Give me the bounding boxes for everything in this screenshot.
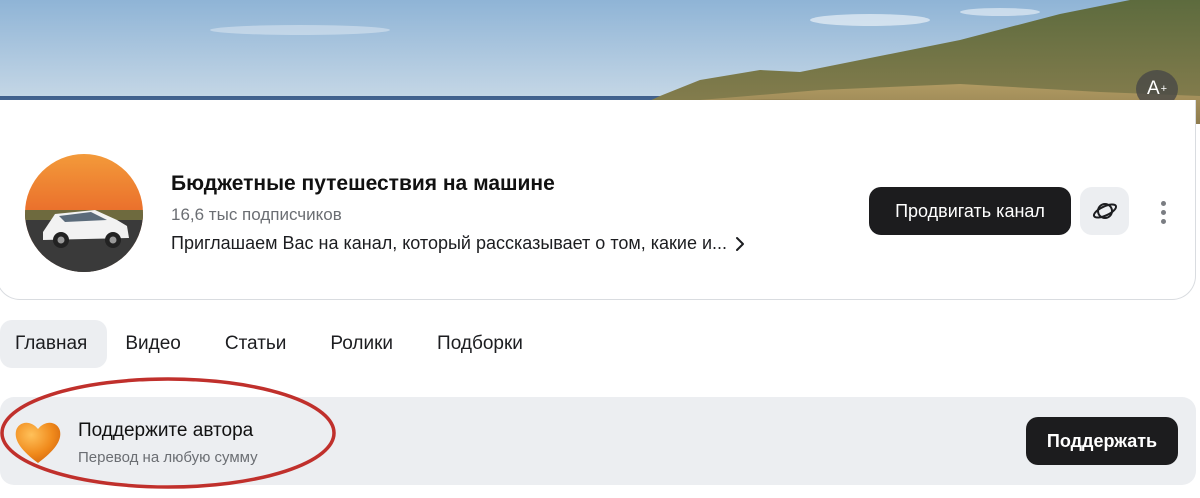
plus-sup: + [1160,83,1168,95]
support-author-button[interactable]: Поддержать [1026,417,1178,465]
tab-articles[interactable]: Статьи [203,320,309,368]
chevron-right-icon [736,236,745,251]
promote-channel-button[interactable]: Продвигать канал [869,187,1071,235]
tab-home[interactable]: Главная [0,320,108,368]
tab-video[interactable]: Видео [103,320,203,368]
channel-description-text: Приглашаем Вас на канал, который рассказ… [171,233,728,253]
support-subtitle: Перевод на любую сумму [78,449,258,466]
subscriber-count: 16,6 тыс подписчиков [171,205,342,224]
tab-shorts[interactable]: Ролики [308,320,415,368]
tab-collections[interactable]: Подборки [415,320,545,368]
channel-description-link[interactable]: Приглашаем Вас на канал, который рассказ… [171,233,745,254]
car-sunset-image [25,154,143,272]
support-title: Поддержите автора [78,420,254,441]
planet-button[interactable] [1080,187,1129,235]
heart-icon [15,422,61,463]
more-vertical-icon-dot [1160,218,1166,224]
channel-tabs: Главная Видео Статьи Ролики Подборки [0,320,545,368]
channel-title: Бюджетные путешествия на машине [171,172,555,195]
planet-icon [1092,203,1117,219]
channel-avatar[interactable] [25,154,143,272]
more-vertical-icon-dot [1160,200,1166,206]
a-plus-icon: A [1146,78,1160,99]
more-options-button[interactable] [1150,196,1176,228]
more-vertical-icon-dot [1160,209,1166,215]
